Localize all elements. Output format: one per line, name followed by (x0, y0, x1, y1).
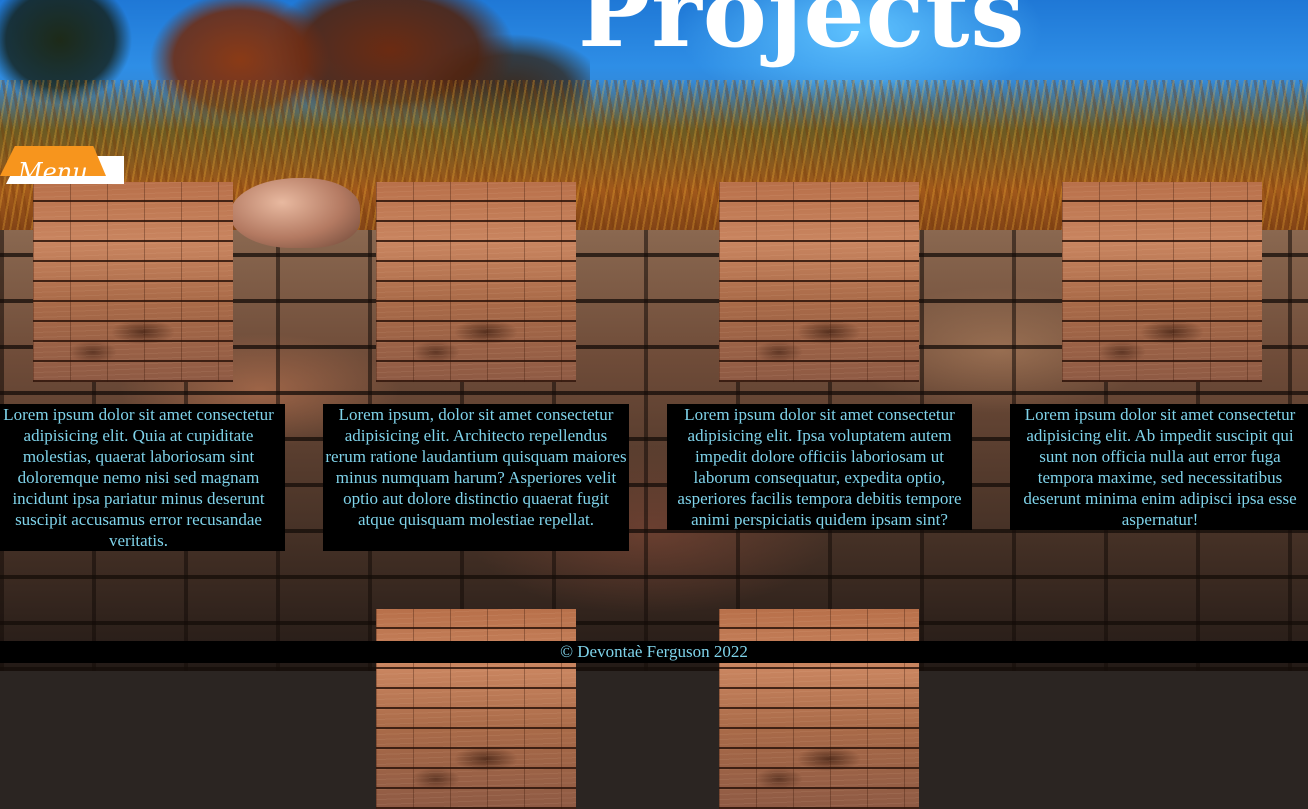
project-image[interactable] (719, 182, 919, 382)
project-image[interactable] (376, 182, 576, 382)
project-image[interactable] (719, 609, 919, 809)
menu-label: Menu (18, 158, 88, 186)
menu-button[interactable]: Menu (0, 146, 126, 188)
background-rock (230, 178, 360, 248)
project-description: Lorem ipsum dolor sit amet consectetur a… (667, 404, 972, 530)
project-description: Lorem ipsum, dolor sit amet consectetur … (323, 404, 629, 551)
project-image[interactable] (33, 182, 233, 382)
project-image[interactable] (376, 609, 576, 809)
footer-copyright: © Devontaè Ferguson 2022 (560, 642, 748, 661)
project-description: Lorem ipsum dolor sit amet consectetur a… (0, 404, 285, 551)
footer: © Devontaè Ferguson 2022 (0, 641, 1308, 663)
page-title: Projects (578, 0, 1026, 69)
project-description: Lorem ipsum dolor sit amet consectetur a… (1010, 404, 1308, 530)
project-image[interactable] (1062, 182, 1262, 382)
